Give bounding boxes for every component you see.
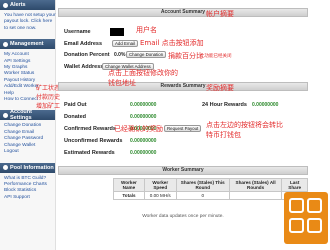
management-icon: [3, 41, 8, 47]
wallet-label: Wallet Address: [64, 64, 104, 70]
email-label: Email Address: [64, 41, 103, 47]
worker-table-header: Worker Name Worker Speed Shares (Stales)…: [113, 178, 308, 192]
account-settings-header: Account Settings: [0, 109, 55, 122]
settings-icon: [3, 112, 8, 118]
username-value-redacted: [110, 28, 124, 36]
estimated-value: 0.00000000: [130, 150, 157, 156]
donated-value: 0.00000000: [130, 114, 157, 120]
donation-label: Donation Percent: [64, 52, 110, 58]
worker-table: Worker Name Worker Speed Shares (Stales)…: [113, 178, 308, 200]
annotation-donation: 捐款百分比: [168, 52, 203, 60]
management-header: Management: [0, 39, 55, 50]
account-settings-title: Account Settings: [9, 109, 32, 122]
paid-out-label: Paid Out: [64, 102, 87, 108]
annotation-rewards: 奖励摘要: [206, 84, 234, 92]
info-icon: [3, 165, 8, 170]
alert-line[interactable]: to set one now.: [4, 26, 51, 32]
table-row: Totals 0.00 MH/s 0: [113, 191, 308, 200]
paid-out-value: 0.00000000: [130, 102, 157, 108]
alert-icon: [3, 2, 8, 8]
username-label: Username: [64, 29, 91, 35]
change-donation-button[interactable]: Change Donation: [126, 51, 167, 58]
account-summary-header: Account Summary: [58, 8, 308, 17]
annotation-payout-history: 付款历史: [36, 94, 61, 101]
totals-shares-all: [228, 191, 283, 200]
logo-square: [307, 218, 322, 233]
office-logo: [284, 192, 328, 244]
alerts-header: Alerts: [0, 0, 55, 10]
col-worker-speed: Worker Speed: [143, 178, 177, 192]
donation-value: 0.0%: [114, 52, 126, 58]
pool-info-header: Pool Information: [0, 162, 55, 173]
account-settings-menu: Change Donation Change Email Change Pass…: [0, 120, 55, 158]
col-last-share: Last Share: [281, 178, 308, 192]
add-email-button[interactable]: Add Email: [112, 40, 139, 47]
alerts-title: Alerts: [10, 2, 26, 8]
alert-line[interactable]: payout lock. Click here: [4, 19, 52, 25]
management-title: Management: [10, 41, 44, 48]
sidebar: Alerts You have not setup your payout lo…: [0, 0, 56, 250]
annotation-payout: 点击左边的按钮将会转比特币打钱包: [206, 121, 283, 139]
rewards-24h-label: 24 Hour Rewards: [202, 102, 247, 108]
pool-info-menu: What is BTC Guild? Performance Charts Bl…: [0, 173, 55, 205]
rewards-24h-value: 0.00000000: [252, 102, 279, 108]
annotation-confirmed: 已经确认的奖励: [114, 125, 163, 133]
donated-label: Donated: [64, 114, 86, 120]
col-shares-round: Shares (Stales) This Round: [175, 178, 230, 192]
col-shares-all: Shares (Stales) All Rounds: [228, 178, 283, 192]
sidebar-item-what-is-btc-guild[interactable]: What is BTC Guild?: [4, 176, 51, 182]
logo-square: [307, 198, 322, 213]
annotation-email: Email 点击按钮添加: [140, 39, 204, 47]
annotation-donation-note: 此功能已经关闭: [200, 54, 232, 59]
logo-square: [289, 198, 304, 213]
worker-summary-header: Worker Summary: [58, 166, 308, 175]
request-payout-button[interactable]: Request Payout: [164, 125, 202, 132]
sidebar-item-api-support[interactable]: API Support: [4, 195, 51, 201]
col-worker-name: Worker Name: [113, 178, 145, 192]
alerts-body[interactable]: You have not setup your payout lock. Cli…: [0, 10, 56, 35]
estimated-label: Estimated Rewards: [64, 150, 115, 156]
logo-square: [289, 218, 304, 233]
sidebar-item-logout[interactable]: Logout: [4, 149, 51, 155]
confirmed-label: Confirmed Rewards: [64, 126, 116, 132]
account-summary-title: Account Summary: [160, 9, 206, 15]
unconfirmed-label: Unconfirmed Rewards: [64, 138, 123, 144]
unconfirmed-value: 0.00000000: [130, 138, 157, 144]
annotation-account-summary: 帐户摘要: [206, 10, 234, 18]
pool-info-title: Pool Information: [10, 164, 54, 171]
annotation-worker-status: 矿工状态: [36, 85, 61, 92]
worker-summary-title: Worker Summary: [162, 167, 204, 173]
worker-update-note: Worker data updates once per minute.: [142, 214, 224, 219]
annotation-add-worker: 增加矿工: [36, 103, 61, 110]
annotation-wallet: 点击上面按钮修改你的钱包地址: [108, 69, 178, 87]
totals-label: Totals: [113, 191, 145, 200]
annotation-username: 用户名: [136, 26, 157, 34]
totals-shares-round: 0: [175, 191, 230, 200]
totals-speed: 0.00 MH/s: [143, 191, 177, 200]
rewards-summary-header: Rewards Summary: [58, 82, 308, 91]
